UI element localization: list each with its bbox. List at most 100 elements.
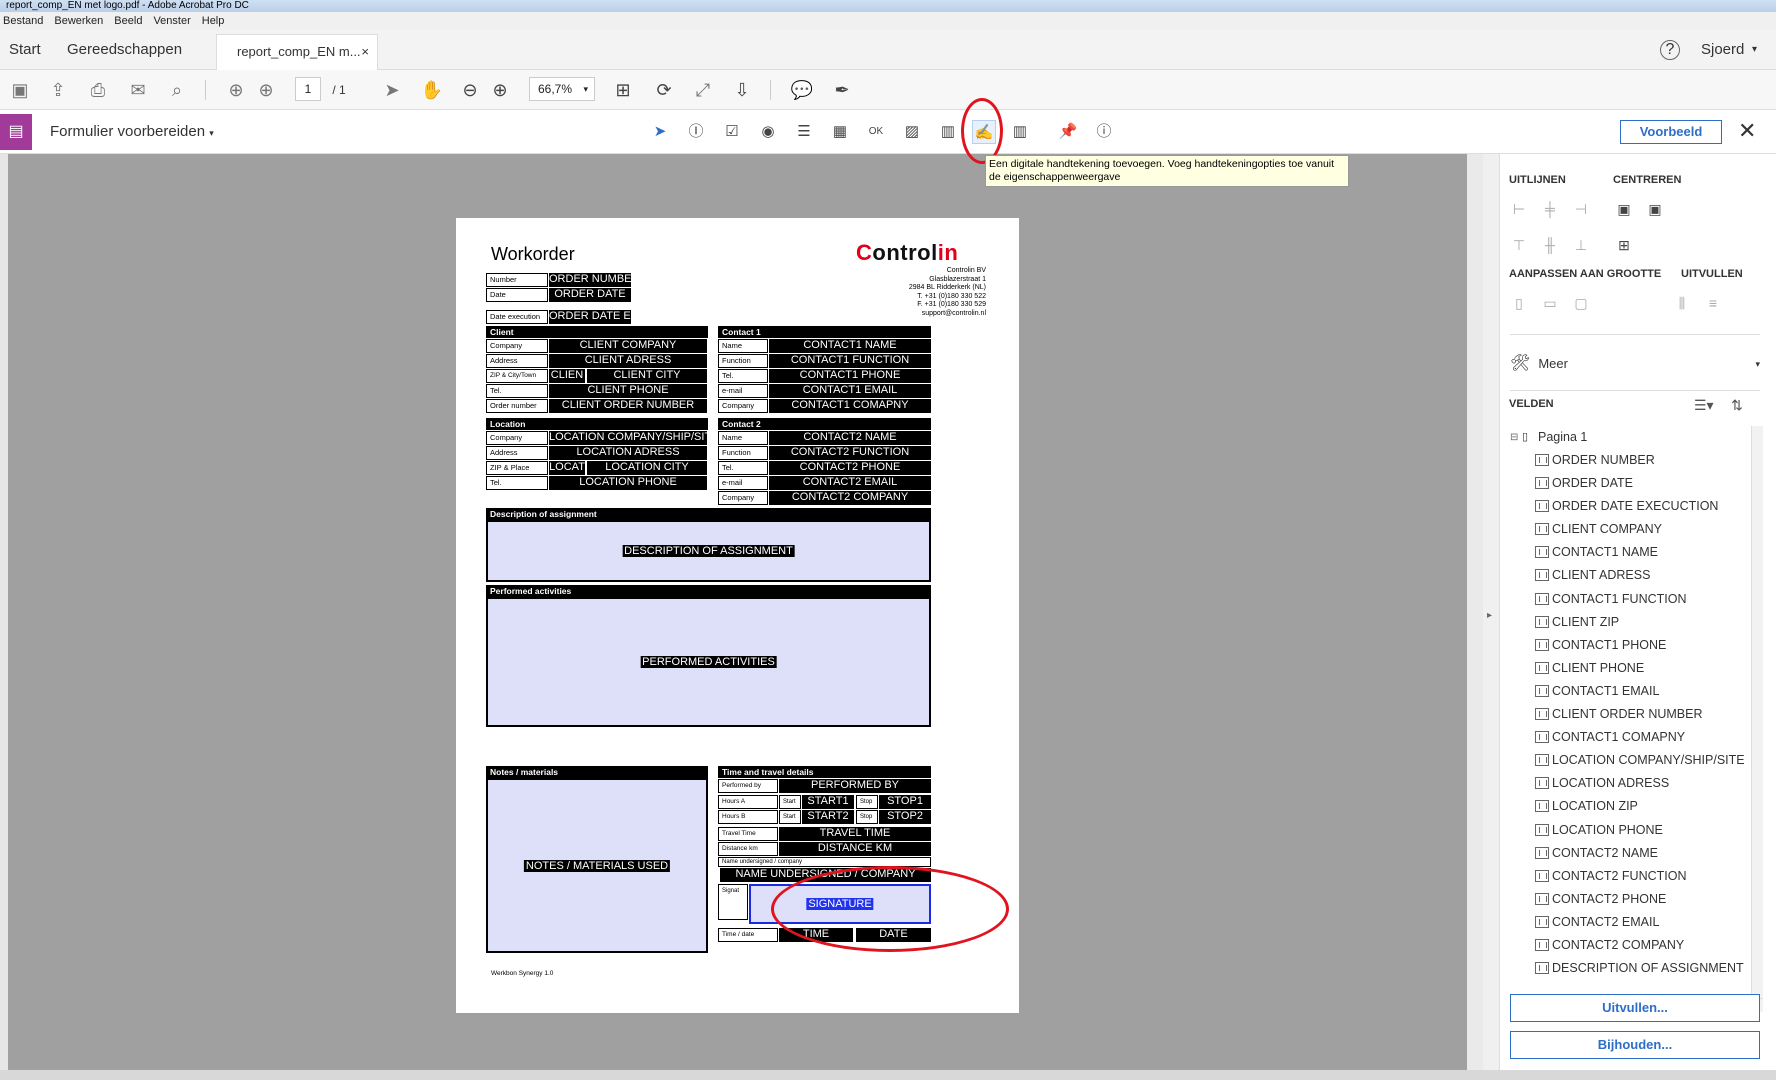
menu-bestand[interactable]: Bestand	[0, 12, 51, 30]
field-contact2-company[interactable]: CONTACT2 COMPANY	[769, 491, 931, 505]
user-menu[interactable]: Sjoerd	[1701, 30, 1744, 70]
field-list-item[interactable]: CLIENT PHONE	[1510, 657, 1748, 680]
field-contact1-phone[interactable]: CONTACT1 PHONE	[769, 369, 931, 383]
field-client-company[interactable]: CLIENT COMPANY	[549, 339, 707, 353]
field-list-item[interactable]: LOCATION ZIP	[1510, 795, 1748, 818]
align-top-icon[interactable]: ⊤	[1510, 236, 1528, 254]
right-panel-collapse-strip[interactable]: ▸	[1483, 154, 1500, 1080]
preview-button[interactable]: Voorbeeld	[1620, 120, 1722, 144]
fields-scrollbar[interactable]	[1751, 426, 1763, 998]
image-field-icon[interactable]: ▨	[900, 120, 924, 144]
align-bottom-icon[interactable]: ⊥	[1572, 236, 1590, 254]
field-performed-by[interactable]: PERFORMED BY	[779, 779, 931, 793]
field-list-item[interactable]: CONTACT1 FUNCTION	[1510, 588, 1748, 611]
tab-tools[interactable]: Gereedschappen	[67, 30, 182, 70]
close-form-icon[interactable]: ✕	[1738, 118, 1756, 144]
select-cursor-icon[interactable]: ➤	[380, 78, 404, 102]
sign-pen-icon[interactable]: ✒	[830, 78, 854, 102]
save-icon[interactable]: ▣	[8, 78, 32, 102]
scroll-mode-icon[interactable]: ⇩	[730, 78, 754, 102]
field-contact2-phone[interactable]: CONTACT2 PHONE	[769, 461, 931, 475]
menu-help[interactable]: Help	[199, 12, 233, 30]
field-list-item[interactable]: CONTACT1 EMAIL	[1510, 680, 1748, 703]
dropdown-field-icon[interactable]: ▦	[828, 120, 852, 144]
zoom-in-icon[interactable]: ⊕	[488, 78, 512, 102]
search-icon[interactable]: ⌕	[165, 78, 189, 102]
tab-start[interactable]: Start	[9, 30, 41, 70]
field-list-item[interactable]: CLIENT ZIP	[1510, 611, 1748, 634]
match-both-icon[interactable]: ▢	[1572, 294, 1590, 312]
field-notes-box[interactable]: NOTES / MATERIALS USED	[486, 778, 708, 953]
field-start1[interactable]: START1	[802, 795, 854, 809]
field-list-item[interactable]: CONTACT2 EMAIL	[1510, 911, 1748, 934]
help-circle-icon[interactable]: ⓘ	[1092, 120, 1116, 144]
field-performed-box[interactable]: PERFORMED ACTIVITIES	[486, 597, 931, 727]
field-stop1[interactable]: STOP1	[879, 795, 931, 809]
text-field-icon[interactable]: Ⓘ	[684, 120, 708, 144]
mail-icon[interactable]: ✉	[126, 78, 150, 102]
align-center-h-icon[interactable]: ╪	[1541, 200, 1559, 218]
field-order-date-execution[interactable]: ORDER DATE EXCE	[549, 310, 631, 324]
field-location-zip[interactable]: LOCAT	[549, 461, 585, 475]
page-number-input[interactable]: 1	[295, 77, 321, 101]
field-location-company[interactable]: LOCATION COMPANY/SHIP/SITE	[549, 431, 707, 445]
menu-bewerken[interactable]: Bewerken	[51, 12, 111, 30]
sort-order-icon[interactable]: ⇅	[1728, 396, 1746, 414]
distribute-v-icon[interactable]: ≡	[1704, 294, 1722, 312]
tab-document[interactable]: report_comp_EN m... ×	[216, 34, 378, 70]
page-up-icon[interactable]: ⊕	[224, 78, 248, 102]
left-collapse-strip[interactable]	[0, 154, 8, 1080]
field-list-item[interactable]: LOCATION PHONE	[1510, 819, 1748, 842]
field-contact1-function[interactable]: CONTACT1 FUNCTION	[769, 354, 931, 368]
menu-beeld[interactable]: Beeld	[111, 12, 150, 30]
field-contact2-function[interactable]: CONTACT2 FUNCTION	[769, 446, 931, 460]
field-contact1-name[interactable]: CONTACT1 NAME	[769, 339, 931, 353]
field-list-item[interactable]: ORDER NUMBER	[1510, 449, 1748, 472]
field-client-city[interactable]: CLIENT CITY	[587, 369, 707, 383]
field-contact2-name[interactable]: CONTACT2 NAME	[769, 431, 931, 445]
field-list-item[interactable]: CONTACT2 COMPANY	[1510, 934, 1748, 957]
zoom-out-icon[interactable]: ⊖	[458, 78, 482, 102]
chevron-down-icon[interactable]: ▾	[1752, 30, 1757, 70]
hand-tool-icon[interactable]: ✋	[420, 78, 444, 102]
field-stop2[interactable]: STOP2	[879, 810, 931, 824]
center-both-icon[interactable]: ⊞	[1615, 236, 1633, 254]
document-scrollbar[interactable]	[1467, 154, 1483, 1080]
menu-venster[interactable]: Venster	[150, 12, 198, 30]
align-left-icon[interactable]: ⊢	[1510, 200, 1528, 218]
checkbox-icon[interactable]: ☑	[720, 120, 744, 144]
comment-icon[interactable]: 💬	[790, 78, 814, 102]
field-list-item[interactable]: ORDER DATE	[1510, 472, 1748, 495]
upload-icon[interactable]: ⇪	[46, 78, 70, 102]
button-field-icon[interactable]: OK	[864, 120, 888, 144]
collapse-icon[interactable]: ⊟	[1510, 426, 1518, 449]
close-tab-icon[interactable]: ×	[361, 35, 369, 69]
field-list-item[interactable]: CONTACT1 COMAPNY	[1510, 726, 1748, 749]
field-list-item[interactable]: CONTACT1 PHONE	[1510, 634, 1748, 657]
center-vertical-icon[interactable]: ▣	[1615, 200, 1633, 218]
field-list-item[interactable]: LOCATION ADRESS	[1510, 772, 1748, 795]
sort-icon[interactable]: ☰▾	[1694, 396, 1714, 414]
field-start2[interactable]: START2	[802, 810, 854, 824]
pin-icon[interactable]: 📌	[1056, 120, 1080, 144]
page-down-icon[interactable]: ⊕	[254, 78, 278, 102]
field-list-item[interactable]: CLIENT ORDER NUMBER	[1510, 703, 1748, 726]
field-order-date[interactable]: ORDER DATE	[549, 288, 631, 302]
fullscreen-icon[interactable]: ⤢	[691, 78, 715, 102]
align-right-icon[interactable]: ⊣	[1572, 200, 1590, 218]
field-client-phone[interactable]: CLIENT PHONE	[549, 384, 707, 398]
field-client-zip[interactable]: CLIEN	[549, 369, 585, 383]
help-icon[interactable]: ?	[1660, 40, 1680, 60]
field-location-phone[interactable]: LOCATION PHONE	[549, 476, 707, 490]
field-list-item[interactable]: CONTACT2 NAME	[1510, 842, 1748, 865]
field-client-order-number[interactable]: CLIENT ORDER NUMBER	[549, 399, 707, 413]
field-distance[interactable]: DISTANCE KM	[779, 842, 931, 856]
field-travel-time[interactable]: TRAVEL TIME	[779, 827, 931, 841]
field-contact2-email[interactable]: CONTACT2 EMAIL	[769, 476, 931, 490]
fit-page-icon[interactable]: ⊞	[611, 78, 635, 102]
center-horizontal-icon[interactable]: ▣	[1646, 200, 1664, 218]
field-list-item[interactable]: CLIENT ADRESS	[1510, 564, 1748, 587]
print-icon[interactable]: ⎙	[86, 78, 110, 102]
select-object-icon[interactable]: ➤	[648, 120, 672, 144]
form-mode-dropdown[interactable]: Formulier voorbereiden ▾	[50, 110, 214, 155]
